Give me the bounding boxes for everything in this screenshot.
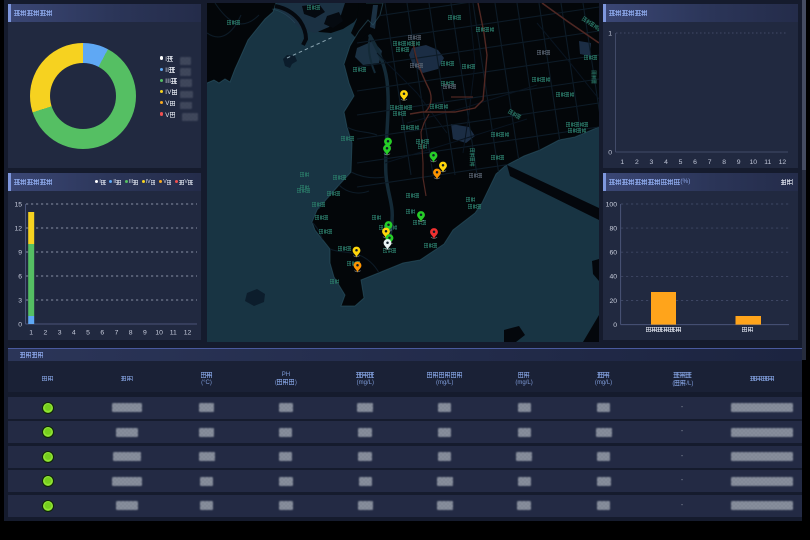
svg-text:0: 0 (18, 321, 22, 328)
svg-text:8: 8 (722, 159, 726, 166)
svg-text:8: 8 (129, 330, 133, 337)
svg-text:2: 2 (635, 159, 639, 166)
svg-text:1: 1 (620, 159, 624, 166)
svg-text:6: 6 (100, 330, 104, 337)
svg-text:11: 11 (170, 330, 177, 337)
svg-text:15: 15 (14, 201, 22, 208)
svg-text:5: 5 (86, 330, 90, 337)
svg-text:1: 1 (608, 31, 612, 38)
svg-text:12: 12 (184, 330, 192, 337)
svg-text:2: 2 (44, 330, 48, 337)
svg-text:10: 10 (155, 330, 163, 337)
svg-text:1: 1 (29, 330, 33, 337)
svg-text:80: 80 (609, 225, 617, 232)
svg-text:6: 6 (18, 273, 22, 280)
svg-text:3: 3 (650, 159, 654, 166)
svg-text:40: 40 (609, 274, 617, 281)
svg-text:11: 11 (764, 159, 771, 166)
svg-text:7: 7 (708, 159, 712, 166)
svg-text:4: 4 (664, 159, 668, 166)
svg-text:0: 0 (608, 150, 612, 157)
svg-text:100: 100 (606, 201, 618, 208)
svg-text:10: 10 (750, 159, 758, 166)
svg-text:0: 0 (613, 322, 617, 329)
svg-text:3: 3 (58, 330, 62, 337)
svg-text:6: 6 (693, 159, 697, 166)
svg-text:9: 9 (18, 249, 22, 256)
svg-text:5: 5 (679, 159, 683, 166)
svg-text:4: 4 (72, 330, 76, 337)
svg-text:9: 9 (143, 330, 147, 337)
svg-text:3: 3 (18, 297, 22, 304)
svg-text:12: 12 (779, 159, 787, 166)
svg-text:7: 7 (115, 330, 119, 337)
svg-text:12: 12 (14, 225, 22, 232)
svg-text:9: 9 (737, 159, 741, 166)
svg-text:20: 20 (609, 298, 617, 305)
svg-text:60: 60 (609, 250, 617, 257)
